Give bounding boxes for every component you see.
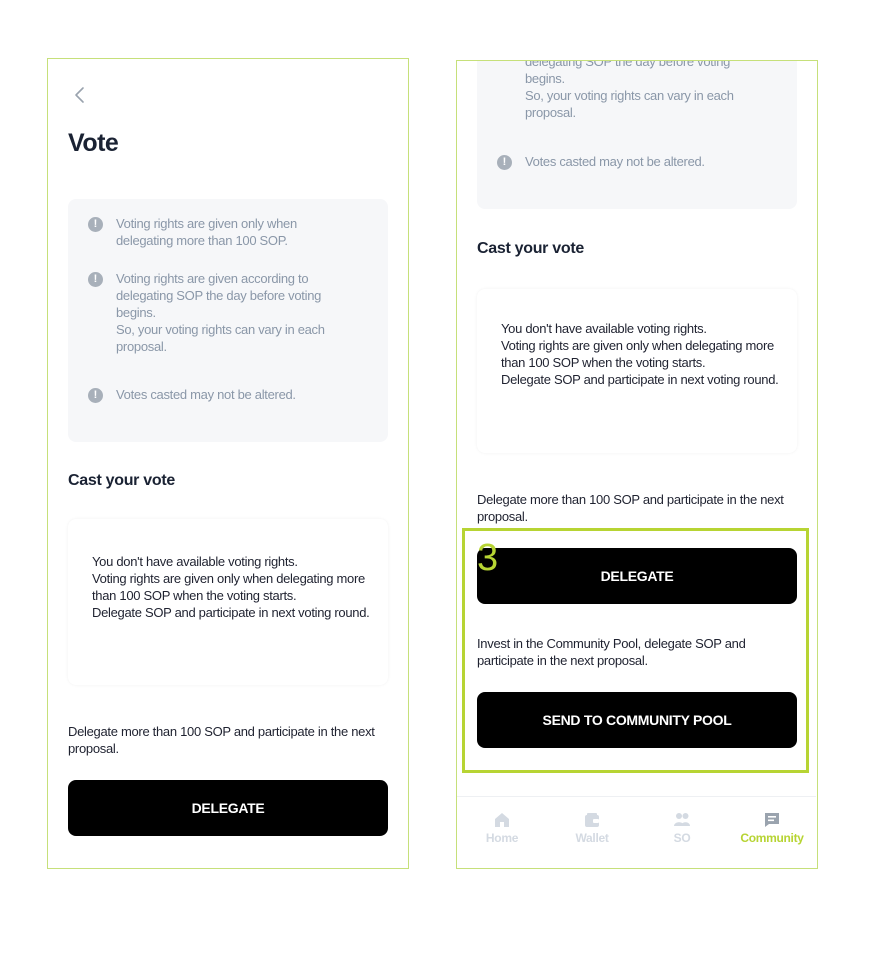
notice-text: Voting rights are given according to del… xyxy=(116,271,325,354)
delegate-description: Delegate more than 100 SOP and participa… xyxy=(477,492,784,524)
cast-vote-title: Cast your vote xyxy=(68,472,175,489)
bottom-nav: Home Wallet SO Community xyxy=(457,796,816,868)
alert-icon: ! xyxy=(88,217,103,232)
wallet-icon xyxy=(585,813,599,827)
notice-box: delegating SOP the day before voting beg… xyxy=(477,60,797,209)
nav-label: Community xyxy=(740,831,804,845)
notice-text: delegating SOP the day before voting beg… xyxy=(525,60,734,120)
page-title: Vote xyxy=(68,129,119,157)
chat-icon xyxy=(765,813,779,827)
nav-item-community[interactable]: Community xyxy=(737,811,807,845)
vote-screen-left: Vote ! Voting rights are given only when… xyxy=(47,58,409,869)
notice-text: Votes casted may not be altered. xyxy=(525,154,705,169)
nav-label: Wallet xyxy=(575,831,609,845)
back-arrow-icon[interactable] xyxy=(72,85,88,105)
alert-icon: ! xyxy=(497,155,512,170)
no-voting-rights-message: You don't have available voting rights. … xyxy=(92,554,370,620)
notice-box: ! Voting rights are given only when dele… xyxy=(68,199,388,442)
no-voting-rights-card: You don't have available voting rights. … xyxy=(477,289,797,453)
people-icon xyxy=(674,813,690,826)
alert-icon: ! xyxy=(88,272,103,287)
send-to-community-pool-button[interactable]: SEND TO COMMUNITY POOL xyxy=(477,692,797,748)
nav-item-home[interactable]: Home xyxy=(467,811,537,845)
no-voting-rights-card: You don't have available voting rights. … xyxy=(68,519,388,685)
delegate-button[interactable]: DELEGATE xyxy=(68,780,388,836)
vote-screen-right-scrolled: delegating SOP the day before voting beg… xyxy=(456,60,818,869)
nav-item-wallet[interactable]: Wallet xyxy=(557,811,627,845)
delegate-button[interactable]: DELEGATE xyxy=(477,548,797,604)
nav-item-so[interactable]: SO xyxy=(647,811,717,845)
delegate-description: Delegate more than 100 SOP and participa… xyxy=(68,724,375,756)
alert-icon: ! xyxy=(88,388,103,403)
cast-vote-title: Cast your vote xyxy=(477,240,584,257)
notice-text: Votes casted may not be altered. xyxy=(116,387,296,402)
nav-label: Home xyxy=(485,831,519,845)
community-pool-description: Invest in the Community Pool, delegate S… xyxy=(477,636,746,668)
home-icon xyxy=(495,813,509,827)
highlight-step-number: 3 xyxy=(477,537,499,579)
nav-label: SO xyxy=(673,831,691,845)
notice-text: Voting rights are given only when delega… xyxy=(116,216,297,248)
no-voting-rights-message: You don't have available voting rights. … xyxy=(501,321,779,387)
